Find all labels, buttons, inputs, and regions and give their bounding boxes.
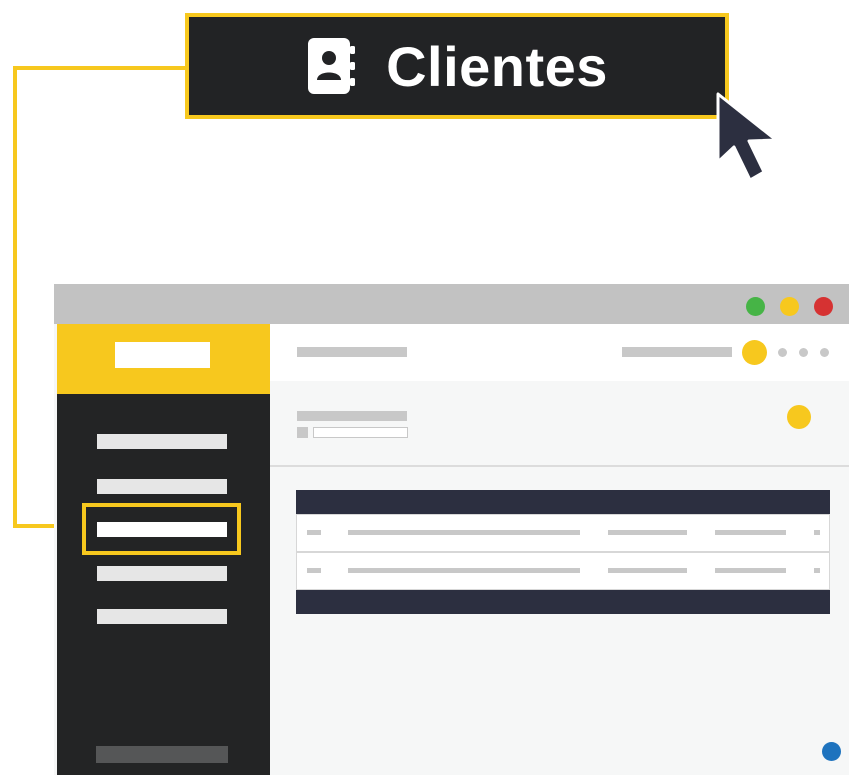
table-row[interactable]	[296, 552, 830, 590]
clients-table	[296, 490, 830, 615]
contacts-book-icon	[308, 38, 356, 94]
sidebar-item-clientes[interactable]	[97, 522, 227, 537]
sidebar-item-5[interactable]	[97, 609, 227, 624]
page-subheader	[270, 381, 849, 467]
app-window	[54, 284, 849, 775]
table-cell	[348, 530, 580, 535]
sidebar	[57, 324, 270, 775]
clientes-label: Clientes	[386, 34, 608, 98]
sidebar-item-1[interactable]	[97, 434, 227, 449]
table-cell	[608, 530, 687, 535]
header-title-placeholder	[297, 347, 407, 357]
table-cell	[715, 568, 786, 573]
window-maximize-button[interactable]	[746, 297, 765, 316]
sidebar-item-4[interactable]	[97, 566, 227, 581]
top-header	[270, 324, 849, 381]
header-user-name-placeholder	[622, 347, 732, 357]
table-cell	[348, 568, 580, 573]
table-cell	[307, 568, 321, 573]
table-header	[296, 490, 830, 514]
filter-icon-placeholder[interactable]	[297, 427, 308, 438]
table-cell	[715, 530, 786, 535]
user-avatar[interactable]	[742, 340, 767, 365]
app-logo[interactable]	[115, 342, 210, 368]
table-row[interactable]	[296, 514, 830, 552]
window-minimize-button[interactable]	[780, 297, 799, 316]
sidebar-logo-area	[57, 324, 270, 394]
add-button[interactable]	[787, 405, 811, 429]
header-menu-dot-1[interactable]	[778, 348, 787, 357]
connector-line-vertical	[13, 66, 17, 528]
table-footer	[296, 590, 830, 614]
sidebar-item-2[interactable]	[97, 479, 227, 494]
table-cell	[814, 568, 820, 573]
table-cell	[814, 530, 820, 535]
header-menu-dot-3[interactable]	[820, 348, 829, 357]
sidebar-footer-item[interactable]	[96, 746, 228, 763]
notification-indicator[interactable]	[822, 742, 841, 761]
header-menu-dot-2[interactable]	[799, 348, 808, 357]
clientes-callout: Clientes	[185, 13, 729, 119]
table-cell	[608, 568, 687, 573]
window-titlebar	[54, 284, 849, 324]
mouse-pointer-icon	[716, 92, 778, 182]
page-title-placeholder	[297, 411, 407, 421]
table-cell	[307, 530, 321, 535]
search-input[interactable]	[313, 427, 408, 438]
connector-line-top	[13, 66, 185, 70]
window-close-button[interactable]	[814, 297, 833, 316]
